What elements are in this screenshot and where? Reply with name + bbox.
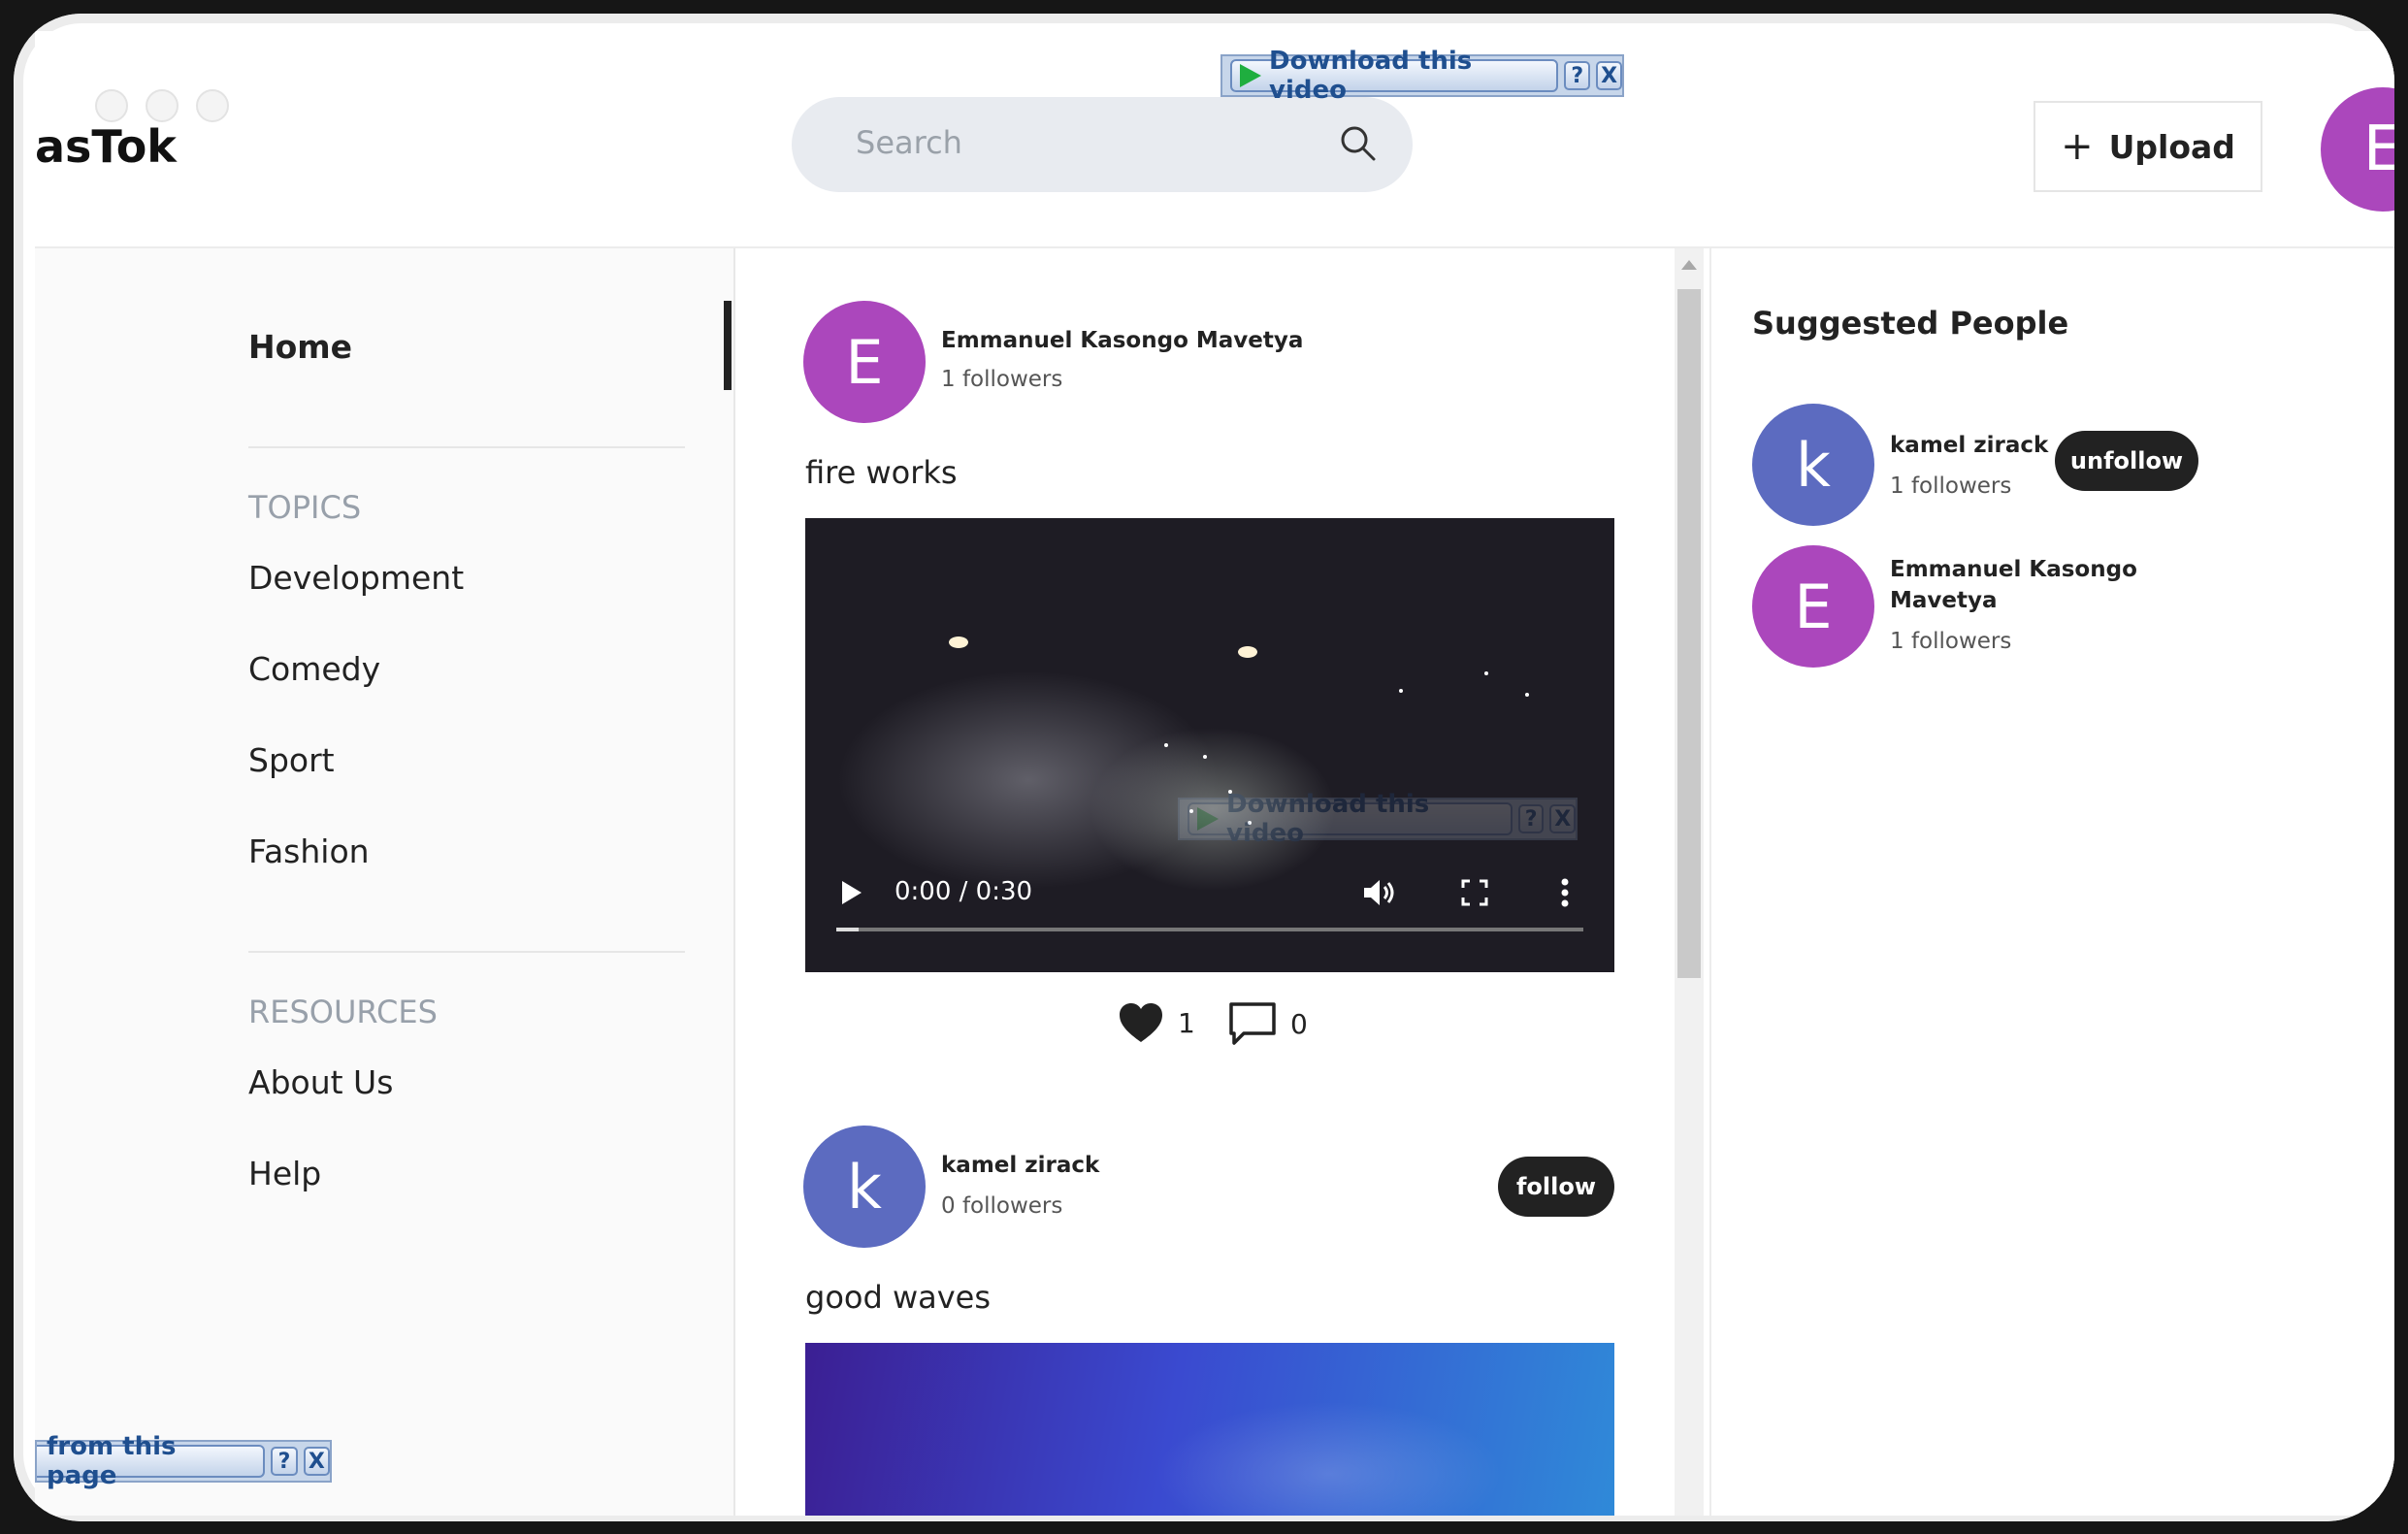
sidebar-item-comedy[interactable]: Comedy	[248, 650, 380, 688]
unfollow-button[interactable]: unfollow	[2055, 431, 2198, 491]
upload-button[interactable]: + Upload	[2034, 101, 2262, 192]
sidebar-divider	[248, 446, 685, 448]
spark	[1525, 693, 1529, 697]
close-icon[interactable]: X	[1596, 61, 1622, 90]
download-video-overlay[interactable]: Download this video ? X	[1178, 790, 1578, 848]
search-input[interactable]: Search	[856, 124, 962, 161]
suggested-people-title: Suggested People	[1752, 305, 2069, 342]
download-video-button[interactable]: Download this video	[1230, 47, 1559, 105]
video-frame-bokeh	[1155, 1401, 1504, 1516]
download-video-label: Download this video	[1226, 790, 1430, 848]
spark	[1399, 689, 1403, 693]
play-arrow-icon	[1240, 64, 1261, 87]
suggested-name[interactable]: kamel zirack	[1890, 433, 2048, 458]
sidebar-item-development[interactable]: Development	[248, 559, 464, 597]
video-frame-smoke	[805, 625, 1614, 906]
post-author-avatar[interactable]: E	[803, 301, 926, 423]
resources-heading: RESOURCES	[248, 994, 438, 1030]
app-logo[interactable]: asTok	[35, 120, 177, 173]
feed-scrollbar[interactable]	[1675, 248, 1704, 1516]
suggested-avatar[interactable]: E	[1752, 545, 1874, 668]
search-icon[interactable]	[1337, 122, 1380, 165]
like-count: 1	[1178, 1006, 1195, 1039]
download-page-button[interactable]: from this page	[37, 1432, 266, 1490]
suggested-followers: 1 followers	[1890, 473, 2012, 499]
play-icon[interactable]	[840, 879, 863, 906]
comment-icon	[1229, 1002, 1276, 1045]
window-minimize-dot[interactable]	[146, 89, 179, 122]
post-caption: good waves	[805, 1279, 992, 1316]
window-maximize-dot[interactable]	[196, 89, 229, 122]
sidebar-item-about-us[interactable]: About Us	[248, 1063, 393, 1101]
download-video-label: Download this video	[1269, 47, 1473, 105]
heart-icon	[1120, 1003, 1162, 1042]
download-video-overlay[interactable]: Download this video ? X	[1220, 47, 1624, 105]
sidebar-item-home[interactable]: Home	[248, 328, 352, 366]
play-arrow-icon	[1197, 807, 1219, 831]
post-author-followers: 1 followers	[941, 367, 1063, 392]
window-frame: asTok Search + Upload E Home TOPICS Deve…	[14, 14, 2394, 1521]
download-page-overlay[interactable]: from this page ? X	[35, 1432, 332, 1490]
download-video-button[interactable]: Download this video	[1188, 790, 1513, 848]
user-avatar[interactable]: E	[2321, 87, 2394, 212]
help-icon[interactable]: ?	[1564, 61, 1591, 90]
scrollbar-thumb[interactable]	[1677, 289, 1701, 978]
upload-label: Upload	[2108, 127, 2235, 166]
topics-heading: TOPICS	[248, 489, 362, 526]
comment-button[interactable]: 0	[1228, 1001, 1308, 1046]
sidebar-divider	[248, 951, 685, 953]
light	[1238, 646, 1257, 658]
help-icon[interactable]: ?	[271, 1447, 298, 1476]
post-author-avatar[interactable]: k	[803, 1126, 926, 1248]
sidebar	[35, 248, 733, 1516]
download-page-label: from this page	[47, 1432, 177, 1490]
sidebar-item-fashion[interactable]: Fashion	[248, 832, 370, 870]
close-icon[interactable]: X	[1549, 804, 1576, 833]
more-options-icon[interactable]	[1560, 877, 1570, 908]
suggested-followers: 1 followers	[1890, 629, 2012, 654]
help-icon[interactable]: ?	[1517, 804, 1545, 833]
post-author-name[interactable]: Emmanuel Kasongo Mavetya	[941, 328, 1303, 353]
active-indicator	[724, 301, 732, 390]
suggested-avatar[interactable]: k	[1752, 404, 1874, 526]
post-author-followers: 0 followers	[941, 1193, 1063, 1219]
suggested-name-line2[interactable]: Mavetya	[1890, 588, 1998, 613]
like-button[interactable]: 1	[1118, 1001, 1195, 1044]
volume-icon[interactable]	[1362, 877, 1397, 908]
spark	[1484, 671, 1488, 675]
follow-button[interactable]: follow	[1498, 1157, 1614, 1217]
app-window: asTok Search + Upload E Home TOPICS Deve…	[35, 31, 2394, 1516]
close-icon[interactable]: X	[303, 1447, 331, 1476]
sidebar-item-sport[interactable]: Sport	[248, 741, 335, 779]
post-author-name[interactable]: kamel zirack	[941, 1153, 1099, 1178]
video-player[interactable]: 0:00 / 0:30 Download this video ? X	[805, 518, 1614, 972]
window-close-dot[interactable]	[95, 89, 128, 122]
comment-count: 0	[1290, 1007, 1308, 1040]
spark	[1203, 755, 1207, 759]
fullscreen-icon[interactable]	[1461, 879, 1488, 906]
search-bar[interactable]: Search	[792, 97, 1413, 192]
light	[949, 636, 968, 648]
spark	[1164, 743, 1168, 747]
video-progress-fill	[836, 928, 859, 931]
video-player[interactable]	[805, 1343, 1614, 1516]
scroll-up-icon[interactable]	[1681, 260, 1697, 270]
post-caption: fire works	[805, 454, 958, 491]
right-panel-border	[1709, 248, 1711, 1516]
suggested-name[interactable]: Emmanuel Kasongo	[1890, 557, 2137, 582]
video-time: 0:00 / 0:30	[895, 877, 1033, 906]
plus-icon: +	[2061, 124, 2094, 169]
video-progress-bar[interactable]	[836, 928, 1583, 931]
sidebar-item-help[interactable]: Help	[248, 1155, 321, 1192]
